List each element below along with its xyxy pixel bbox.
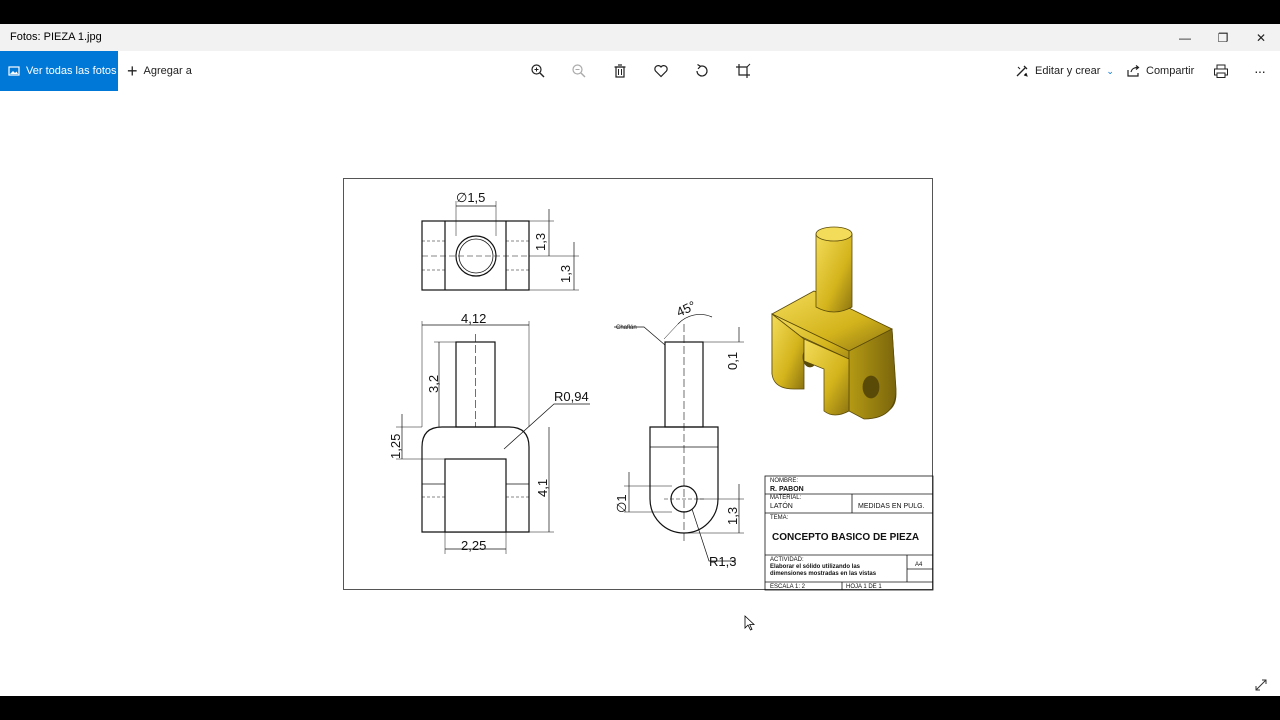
edit-icon bbox=[1016, 65, 1028, 77]
dim-front-radius: R0,94 bbox=[554, 389, 589, 404]
restore-icon: ❐ bbox=[1217, 30, 1229, 45]
dim-front-left: 1,25 bbox=[388, 434, 403, 459]
dim-side-angle: 45° bbox=[674, 298, 698, 320]
dim-side-chamfer: Chaflán bbox=[616, 325, 637, 331]
zoom-in-icon[interactable] bbox=[529, 62, 547, 80]
tb-material-value: LATÓN bbox=[770, 501, 793, 510]
dim-front-pin-h: 3,2 bbox=[426, 375, 441, 393]
dim-front-slot: 2,25 bbox=[461, 538, 486, 553]
view-all-photos-button[interactable]: Ver todas las fotos bbox=[0, 51, 118, 91]
top-view bbox=[421, 201, 579, 291]
minimize-button[interactable]: — bbox=[1166, 24, 1204, 51]
print-icon[interactable] bbox=[1212, 62, 1230, 80]
front-view bbox=[396, 321, 590, 554]
tb-theme-value: CONCEPTO BASICO DE PIEZA bbox=[772, 532, 919, 543]
tb-theme-label: TEMA: bbox=[770, 515, 789, 521]
close-button[interactable]: ✕ bbox=[1242, 24, 1280, 51]
zoom-out-icon[interactable] bbox=[570, 62, 588, 80]
dim-side-chamfer-size: 0,1 bbox=[725, 352, 740, 370]
dim-front-height: 4,1 bbox=[535, 479, 550, 497]
technical-drawing-image: ∅1,5 1,3 1,3 4,12 3,2 1,25 R0,94 4,1 2,2… bbox=[343, 178, 934, 591]
photos-icon bbox=[8, 66, 20, 76]
title-bar: Fotos: PIEZA 1.jpg — ❐ ✕ bbox=[0, 24, 1280, 51]
share-label: Compartir bbox=[1146, 65, 1195, 77]
mouse-cursor-icon bbox=[744, 615, 756, 631]
heart-icon[interactable] bbox=[652, 62, 670, 80]
minimize-icon: — bbox=[1179, 30, 1191, 45]
drawing-svg: ∅1,5 1,3 1,3 4,12 3,2 1,25 R0,94 4,1 2,2… bbox=[388, 190, 934, 591]
tb-sheet-size: A4 bbox=[915, 562, 923, 568]
edit-create-label: Editar y crear bbox=[1035, 65, 1101, 77]
tb-units: MEDIDAS EN PULG. bbox=[858, 503, 925, 510]
share-button[interactable]: Compartir bbox=[1126, 51, 1194, 91]
dim-side-hole: ∅1 bbox=[614, 494, 629, 513]
tb-activity-line1: Elaborar el sólido utilizando las bbox=[770, 564, 861, 570]
more-options-button[interactable]: ··· bbox=[1254, 51, 1266, 91]
tb-material-label: MATERIAL: bbox=[770, 495, 802, 501]
tb-activity-line2: dimensiones mostradas en las vistas bbox=[770, 571, 877, 577]
dim-side-radius: R1,3 bbox=[709, 554, 736, 569]
window-title: Fotos: PIEZA 1.jpg bbox=[10, 31, 102, 43]
toolbar: Ver todas las fotos + Agregar a Editar y… bbox=[0, 51, 1280, 91]
close-icon: ✕ bbox=[1255, 30, 1267, 45]
share-icon bbox=[1127, 65, 1140, 77]
isometric-part bbox=[771, 226, 897, 420]
crop-icon[interactable] bbox=[734, 62, 752, 80]
dim-top-diameter: ∅1,5 bbox=[456, 190, 485, 205]
add-to-label: Agregar a bbox=[143, 65, 192, 77]
tb-name-label: NOMBRE: bbox=[770, 478, 798, 484]
photo-canvas: ∅1,5 1,3 1,3 4,12 3,2 1,25 R0,94 4,1 2,2… bbox=[0, 91, 1280, 696]
dim-front-width: 4,12 bbox=[461, 311, 486, 326]
tb-sheet: HOJA 1 DE 1 bbox=[846, 584, 882, 590]
photos-app-window: Fotos: PIEZA 1.jpg — ❐ ✕ Ver todas las f… bbox=[0, 24, 1280, 696]
chevron-down-icon: ⌄ bbox=[1106, 65, 1114, 76]
add-to-button[interactable]: + Agregar a bbox=[127, 51, 192, 91]
edit-create-button[interactable]: Editar y crear ⌄ bbox=[1015, 51, 1114, 91]
more-icon: ··· bbox=[1254, 63, 1266, 79]
tb-activity-label: ACTIVIDAD: bbox=[770, 557, 804, 563]
dim-top-h2: 1,3 bbox=[558, 265, 573, 283]
tb-name-value: R. PABON bbox=[770, 486, 804, 493]
tb-scale: ESCALA 1: 2 bbox=[770, 584, 806, 590]
restore-button[interactable]: ❐ bbox=[1204, 24, 1242, 51]
delete-icon[interactable] bbox=[611, 62, 629, 80]
dim-top-h1: 1,3 bbox=[533, 233, 548, 251]
view-all-photos-label: Ver todas las fotos bbox=[26, 65, 117, 77]
rotate-icon[interactable] bbox=[693, 62, 711, 80]
plus-icon: + bbox=[127, 61, 138, 81]
dim-side-hole-h: 1,3 bbox=[725, 507, 740, 525]
fullscreen-icon[interactable] bbox=[1253, 677, 1269, 693]
